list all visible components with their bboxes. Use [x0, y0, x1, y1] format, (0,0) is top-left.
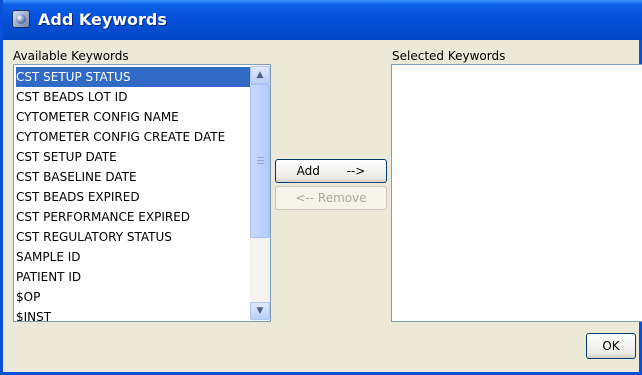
list-item-cst-beads-expired[interactable]: CST BEADS EXPIRED: [16, 187, 250, 207]
list-item-inst[interactable]: $INST: [16, 307, 250, 321]
available-keywords-label: Available Keywords: [13, 49, 129, 63]
title-bar[interactable]: Add Keywords: [3, 0, 642, 40]
list-item-op[interactable]: $OP: [16, 287, 250, 307]
scroll-up-icon[interactable]: ▲: [250, 66, 270, 84]
remove-button[interactable]: <-- Remove: [275, 186, 387, 210]
selected-keywords-list[interactable]: [391, 64, 642, 322]
scroll-thumb[interactable]: [250, 84, 270, 238]
grip-line: [257, 163, 264, 164]
selected-keywords-label: Selected Keywords: [392, 49, 506, 63]
list-item-cytometer-config-name[interactable]: CYTOMETER CONFIG NAME: [16, 107, 250, 127]
add-keywords-dialog: Add Keywords Available Keywords CST SETU…: [0, 0, 642, 375]
grip-line: [257, 160, 264, 161]
list-item-cst-setup-status[interactable]: CST SETUP STATUS: [16, 67, 250, 87]
list-item-cst-regulatory-status[interactable]: CST REGULATORY STATUS: [16, 227, 250, 247]
list-item-cst-beads-lot-id[interactable]: CST BEADS LOT ID: [16, 87, 250, 107]
list-item-sample-id[interactable]: SAMPLE ID: [16, 247, 250, 267]
add-button[interactable]: Add -->: [275, 159, 387, 183]
app-globe-icon: [12, 10, 30, 28]
available-keywords-list[interactable]: CST SETUP STATUS CST BEADS LOT ID CYTOME…: [13, 64, 271, 322]
list-scrollbar[interactable]: ▲ ▼: [250, 65, 270, 321]
list-item-patient-id[interactable]: PATIENT ID: [16, 267, 250, 287]
grip-line: [257, 157, 264, 158]
list-item-cst-setup-date[interactable]: CST SETUP DATE: [16, 147, 250, 167]
list-item-cst-performance-expired[interactable]: CST PERFORMANCE EXPIRED: [16, 207, 250, 227]
list-item-cytometer-config-create-date[interactable]: CYTOMETER CONFIG CREATE DATE: [16, 127, 250, 147]
list-item-cst-baseline-date[interactable]: CST BASELINE DATE: [16, 167, 250, 187]
window-title: Add Keywords: [38, 10, 167, 29]
ok-button[interactable]: OK: [586, 333, 636, 359]
scroll-down-icon[interactable]: ▼: [250, 302, 270, 320]
